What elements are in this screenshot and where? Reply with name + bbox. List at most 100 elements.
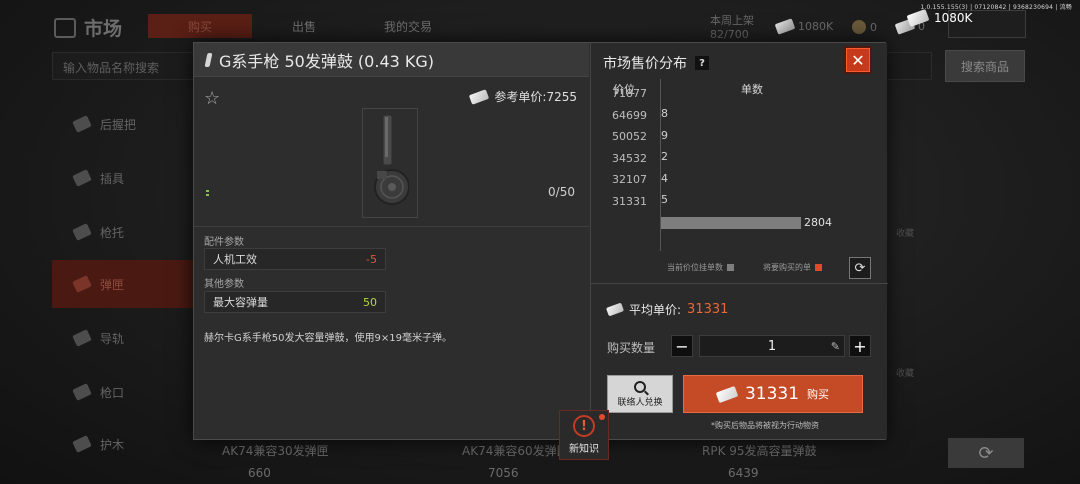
- top-balance: 1080K: [906, 8, 973, 28]
- item-title: G系手枪 50发弹鼓 (0.43 KG): [219, 51, 435, 71]
- grip-icon: [72, 115, 92, 133]
- price-level-label: 32107: [612, 173, 647, 186]
- order-count-value: 2: [661, 150, 668, 163]
- param-label: 人机工效: [213, 253, 257, 266]
- item-preview: ☆ 参考单价:7255 0/50: [194, 78, 589, 226]
- handguard-icon: [72, 435, 92, 453]
- favorite-star-icon[interactable]: ☆: [204, 88, 220, 109]
- rail-icon: [72, 329, 92, 347]
- item-description: 赫尔卡G系手枪50发大容量弹鼓，使用9×19毫米子弹。: [204, 333, 452, 344]
- section-attachment-params: 配件参数: [204, 237, 244, 248]
- sidebar-item-handguard[interactable]: 护木: [52, 420, 194, 468]
- stock-icon: [72, 223, 92, 241]
- sidebar-item-rear-grip[interactable]: 后握把: [52, 100, 194, 148]
- market-grid-icon: [54, 17, 76, 38]
- price-level-label: 31331: [612, 194, 647, 208]
- tab-my-trades[interactable]: 我的交易: [360, 14, 456, 38]
- bg-currency: 1080K: [774, 18, 833, 35]
- reference-price-text: 参考单价:7255: [494, 90, 577, 104]
- tab-buy[interactable]: 购买: [148, 14, 252, 38]
- market-price-panel: 市场售价分布 ? ✕ 价位 单数 71877 64699 50052 34532 321…: [590, 43, 888, 439]
- sidebar-item-muzzle[interactable]: 枪口: [52, 368, 194, 416]
- contact-exchange-button[interactable]: 联络人兑换: [607, 375, 673, 413]
- order-count-value: 8: [661, 107, 668, 120]
- price-level-label: 71877: [612, 87, 647, 100]
- bg-item-name[interactable]: AK74兼容60发弹匣: [462, 442, 569, 459]
- sidebar-label: 枪托: [100, 225, 125, 240]
- price-distribution-chart: 71877 64699 50052 34532 32107 31331 8 9 2 4 5 2804: [597, 79, 882, 251]
- param-label: 最大容弹量: [213, 296, 268, 309]
- average-price-value: 31331: [687, 302, 729, 317]
- notification-dot: [599, 414, 605, 420]
- order-count-value: 5: [661, 193, 668, 206]
- section-other-params: 其他参数: [204, 279, 244, 290]
- divider: [591, 283, 888, 284]
- tab-sell[interactable]: 出售: [264, 14, 344, 38]
- cash-icon: [774, 18, 796, 35]
- buy-label: 购买: [807, 388, 830, 401]
- price-level-label: 34532: [612, 151, 647, 165]
- buy-note: *购买后物品将被视为行动物资: [711, 421, 819, 430]
- quantity-input[interactable]: 1 ✎: [699, 335, 845, 357]
- bg-collect-label[interactable]: 收藏: [896, 226, 914, 239]
- price-level-label: 50052: [612, 130, 647, 143]
- cash-icon: [906, 8, 930, 28]
- coin-icon: [852, 20, 866, 34]
- bg-collect-label[interactable]: 收藏: [896, 366, 914, 379]
- sidebar-label: 插具: [100, 171, 125, 186]
- drum-magazine-icon: [374, 114, 409, 205]
- col-qty-header: 单数: [741, 83, 763, 96]
- legend-swatch: [815, 264, 822, 271]
- bg-item-name[interactable]: AK74兼容30发弹匣: [222, 442, 329, 459]
- bg-search-button[interactable]: 搜索商品: [945, 50, 1025, 82]
- order-count-value: 2804: [804, 215, 832, 229]
- top-balance-value: 1080K: [934, 11, 973, 25]
- market-header: 市场: [54, 14, 122, 41]
- magazine-icon: [72, 275, 92, 293]
- divider: [194, 226, 589, 227]
- sidebar-label: 后握把: [100, 117, 137, 132]
- bg-coin-a: 0: [852, 20, 877, 34]
- quantity-increment-button[interactable]: +: [849, 335, 871, 357]
- close-button[interactable]: ✕: [846, 48, 870, 72]
- sidebar-item-rail[interactable]: 导轨: [52, 314, 194, 362]
- help-icon[interactable]: ?: [695, 56, 709, 70]
- bg-item-price: 660: [248, 466, 271, 480]
- new-knowledge-button[interactable]: ! 新知识: [559, 410, 609, 460]
- buy-quantity-label: 购买数量: [607, 341, 656, 355]
- quantity-decrement-button[interactable]: −: [671, 335, 693, 357]
- stock-count: 0/50: [548, 185, 575, 199]
- market-title: 市场: [84, 18, 123, 40]
- market-price-title-text: 市场售价分布: [603, 56, 687, 72]
- refresh-chart-button[interactable]: ⟳: [849, 257, 871, 279]
- buy-price: 31331: [744, 384, 800, 404]
- bg-item-name[interactable]: RPK 95发高容量弹鼓: [702, 442, 817, 459]
- cash-icon: [605, 302, 625, 317]
- reference-price: 参考单价:7255: [469, 88, 577, 105]
- durability-indicator: [206, 190, 209, 198]
- edit-pencil-icon: ✎: [830, 340, 840, 353]
- sidebar-item-mount[interactable]: 插具: [52, 154, 194, 202]
- order-count-value: 4: [661, 171, 668, 185]
- search-icon: [634, 380, 646, 393]
- market-price-title: 市场售价分布 ?: [603, 53, 709, 73]
- bg-coin-a-value: 0: [870, 20, 877, 34]
- magazine-icon: [204, 52, 213, 67]
- weekly-listing-value: 82/700: [710, 28, 749, 41]
- buy-button[interactable]: 31331 购买: [683, 375, 863, 413]
- mount-icon: [72, 169, 92, 187]
- sidebar-label: 护木: [100, 437, 125, 452]
- bg-item-price: 7056: [488, 466, 519, 480]
- version-text: 1.0.155.155(3) | 07120842 | 9368230694 |…: [920, 4, 1072, 11]
- order-count-value: 9: [661, 128, 668, 142]
- average-price-label: 平均单价:: [629, 303, 682, 317]
- contact-exchange-label: 联络人兑换: [617, 397, 663, 408]
- cash-icon: [469, 88, 490, 105]
- sidebar-item-stock[interactable]: 枪托: [52, 208, 194, 256]
- param-max-capacity: 最大容弹量 50: [204, 291, 386, 313]
- muzzle-icon: [72, 383, 92, 401]
- bg-refresh-button[interactable]: ⟳: [948, 438, 1024, 468]
- weekly-listing: 本周上架 82/700: [710, 14, 754, 42]
- new-knowledge-label: 新知识: [569, 444, 599, 455]
- sidebar-item-magazine[interactable]: 弹匣: [52, 260, 194, 308]
